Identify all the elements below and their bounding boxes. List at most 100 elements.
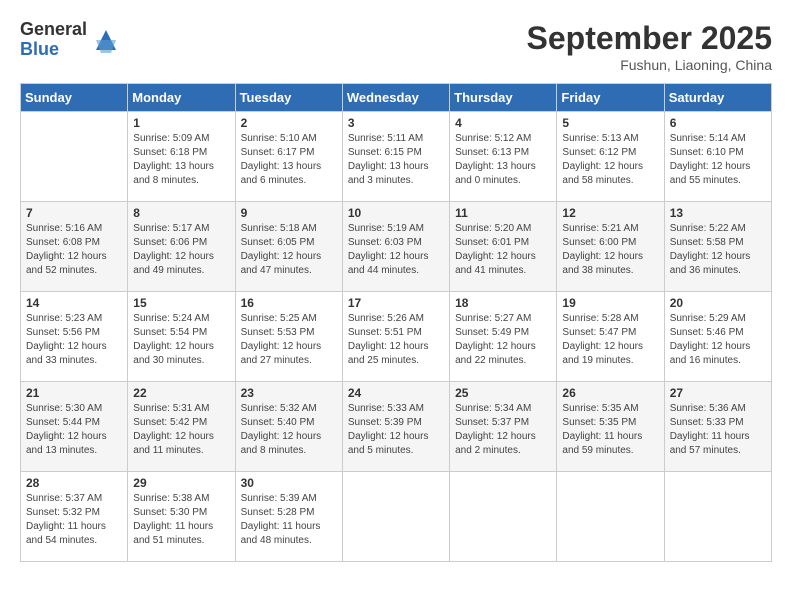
day-info: Sunrise: 5:25 AM Sunset: 5:53 PM Dayligh… [241, 312, 337, 368]
month-title: September 2025 [527, 20, 772, 57]
day-info: Sunrise: 5:10 AM Sunset: 6:17 PM Dayligh… [241, 132, 337, 188]
calendar-week-row: 28 Sunrise: 5:37 AM Sunset: 5:32 PM Dayli… [21, 472, 772, 562]
calendar-table: SundayMondayTuesdayWednesdayThursdayFrid… [20, 83, 772, 562]
calendar-cell: 7 Sunrise: 5:16 AM Sunset: 6:08 PM Daylig… [21, 202, 128, 292]
day-info: Sunrise: 5:20 AM Sunset: 6:01 PM Dayligh… [455, 222, 551, 278]
logo-icon [91, 25, 121, 55]
page-header: General Blue September 2025 Fushun, Liao… [20, 20, 772, 73]
day-info: Sunrise: 5:12 AM Sunset: 6:13 PM Dayligh… [455, 132, 551, 188]
day-info: Sunrise: 5:17 AM Sunset: 6:06 PM Dayligh… [133, 222, 229, 278]
logo-blue: Blue [20, 40, 87, 60]
day-number: 22 [133, 386, 229, 400]
calendar-cell: 23Sunrise: 5:32 AM Sunset: 5:40 PM Dayli… [235, 382, 342, 472]
day-number: 21 [26, 386, 122, 400]
day-info: Sunrise: 5:33 AM Sunset: 5:39 PM Dayligh… [348, 402, 444, 458]
day-number: 14 [26, 296, 122, 310]
calendar-cell: 30Sunrise: 5:39 AM Sunset: 5:28 PM Dayli… [235, 472, 342, 562]
day-header-sunday: Sunday [21, 84, 128, 112]
calendar-cell: 6 Sunrise: 5:14 AM Sunset: 6:10 PM Daylig… [664, 112, 771, 202]
day-number: 27 [670, 386, 766, 400]
calendar-cell: 15 Sunrise: 5:24 AM Sunset: 5:54 PM Dayli… [128, 292, 235, 382]
day-number: 11 [455, 206, 551, 220]
day-number: 12 [562, 206, 658, 220]
day-info: Sunrise: 5:34 AM Sunset: 5:37 PM Dayligh… [455, 402, 551, 458]
logo-text: General Blue [20, 20, 87, 60]
calendar-cell: 17Sunrise: 5:26 AM Sunset: 5:51 PM Dayli… [342, 292, 449, 382]
title-section: September 2025 Fushun, Liaoning, China [527, 20, 772, 73]
calendar-cell: 9 Sunrise: 5:18 AM Sunset: 6:05 PM Daylig… [235, 202, 342, 292]
calendar-cell: 22 Sunrise: 5:31 AM Sunset: 5:42 PM Dayli… [128, 382, 235, 472]
day-info: Sunrise: 5:35 AM Sunset: 5:35 PM Dayligh… [562, 402, 658, 458]
day-info: Sunrise: 5:31 AM Sunset: 5:42 PM Dayligh… [133, 402, 229, 458]
day-number: 28 [26, 476, 122, 490]
calendar-cell: 12 Sunrise: 5:21 AM Sunset: 6:00 PM Dayli… [557, 202, 664, 292]
calendar-cell: 5Sunrise: 5:13 AM Sunset: 6:12 PM Daylig… [557, 112, 664, 202]
calendar-cell: 8Sunrise: 5:17 AM Sunset: 6:06 PM Daylig… [128, 202, 235, 292]
day-number: 19 [562, 296, 658, 310]
calendar-cell: 2 Sunrise: 5:10 AM Sunset: 6:17 PM Daylig… [235, 112, 342, 202]
day-info: Sunrise: 5:16 AM Sunset: 6:08 PM Dayligh… [26, 222, 122, 278]
calendar-cell: 19 Sunrise: 5:28 AM Sunset: 5:47 PM Dayli… [557, 292, 664, 382]
day-number: 3 [348, 116, 444, 130]
logo: General Blue [20, 20, 121, 60]
calendar-cell: 3 Sunrise: 5:11 AM Sunset: 6:15 PM Daylig… [342, 112, 449, 202]
calendar-cell: 14 Sunrise: 5:23 AM Sunset: 5:56 PM Dayli… [21, 292, 128, 382]
day-info: Sunrise: 5:24 AM Sunset: 5:54 PM Dayligh… [133, 312, 229, 368]
day-info: Sunrise: 5:21 AM Sunset: 6:00 PM Dayligh… [562, 222, 658, 278]
day-header-monday: Monday [128, 84, 235, 112]
calendar-header-row: SundayMondayTuesdayWednesdayThursdayFrid… [21, 84, 772, 112]
day-info: Sunrise: 5:13 AM Sunset: 6:12 PM Dayligh… [562, 132, 658, 188]
day-info: Sunrise: 5:23 AM Sunset: 5:56 PM Dayligh… [26, 312, 122, 368]
day-number: 10 [348, 206, 444, 220]
day-number: 13 [670, 206, 766, 220]
day-number: 16 [241, 296, 337, 310]
day-info: Sunrise: 5:39 AM Sunset: 5:28 PM Dayligh… [241, 492, 337, 548]
calendar-cell: 25 Sunrise: 5:34 AM Sunset: 5:37 PM Dayli… [450, 382, 557, 472]
day-number: 25 [455, 386, 551, 400]
logo-general: General [20, 20, 87, 40]
day-number: 1 [133, 116, 229, 130]
day-info: Sunrise: 5:18 AM Sunset: 6:05 PM Dayligh… [241, 222, 337, 278]
day-info: Sunrise: 5:22 AM Sunset: 5:58 PM Dayligh… [670, 222, 766, 278]
day-number: 2 [241, 116, 337, 130]
calendar-cell: 18Sunrise: 5:27 AM Sunset: 5:49 PM Dayli… [450, 292, 557, 382]
calendar-cell: 28 Sunrise: 5:37 AM Sunset: 5:32 PM Dayli… [21, 472, 128, 562]
day-number: 18 [455, 296, 551, 310]
calendar-cell: 16 Sunrise: 5:25 AM Sunset: 5:53 PM Dayli… [235, 292, 342, 382]
day-number: 26 [562, 386, 658, 400]
day-info: Sunrise: 5:38 AM Sunset: 5:30 PM Dayligh… [133, 492, 229, 548]
calendar-week-row: 14 Sunrise: 5:23 AM Sunset: 5:56 PM Dayli… [21, 292, 772, 382]
calendar-cell [557, 472, 664, 562]
calendar-cell [664, 472, 771, 562]
location: Fushun, Liaoning, China [527, 57, 772, 73]
day-info: Sunrise: 5:28 AM Sunset: 5:47 PM Dayligh… [562, 312, 658, 368]
day-number: 29 [133, 476, 229, 490]
day-number: 15 [133, 296, 229, 310]
day-number: 9 [241, 206, 337, 220]
calendar-cell [450, 472, 557, 562]
calendar-cell: 29 Sunrise: 5:38 AM Sunset: 5:30 PM Dayli… [128, 472, 235, 562]
day-header-saturday: Saturday [664, 84, 771, 112]
calendar-week-row: 21 Sunrise: 5:30 AM Sunset: 5:44 PM Dayli… [21, 382, 772, 472]
day-info: Sunrise: 5:19 AM Sunset: 6:03 PM Dayligh… [348, 222, 444, 278]
day-header-tuesday: Tuesday [235, 84, 342, 112]
day-info: Sunrise: 5:37 AM Sunset: 5:32 PM Dayligh… [26, 492, 122, 548]
day-info: Sunrise: 5:29 AM Sunset: 5:46 PM Dayligh… [670, 312, 766, 368]
day-number: 6 [670, 116, 766, 130]
day-info: Sunrise: 5:36 AM Sunset: 5:33 PM Dayligh… [670, 402, 766, 458]
day-number: 23 [241, 386, 337, 400]
day-number: 7 [26, 206, 122, 220]
calendar-week-row: 1Sunrise: 5:09 AM Sunset: 6:18 PM Daylig… [21, 112, 772, 202]
day-info: Sunrise: 5:26 AM Sunset: 5:51 PM Dayligh… [348, 312, 444, 368]
calendar-cell: 13 Sunrise: 5:22 AM Sunset: 5:58 PM Dayli… [664, 202, 771, 292]
day-info: Sunrise: 5:14 AM Sunset: 6:10 PM Dayligh… [670, 132, 766, 188]
day-number: 20 [670, 296, 766, 310]
calendar-cell: 24 Sunrise: 5:33 AM Sunset: 5:39 PM Dayli… [342, 382, 449, 472]
day-header-thursday: Thursday [450, 84, 557, 112]
calendar-cell: 4Sunrise: 5:12 AM Sunset: 6:13 PM Daylig… [450, 112, 557, 202]
calendar-cell [21, 112, 128, 202]
day-number: 24 [348, 386, 444, 400]
day-info: Sunrise: 5:11 AM Sunset: 6:15 PM Dayligh… [348, 132, 444, 188]
calendar-cell: 1Sunrise: 5:09 AM Sunset: 6:18 PM Daylig… [128, 112, 235, 202]
day-info: Sunrise: 5:30 AM Sunset: 5:44 PM Dayligh… [26, 402, 122, 458]
